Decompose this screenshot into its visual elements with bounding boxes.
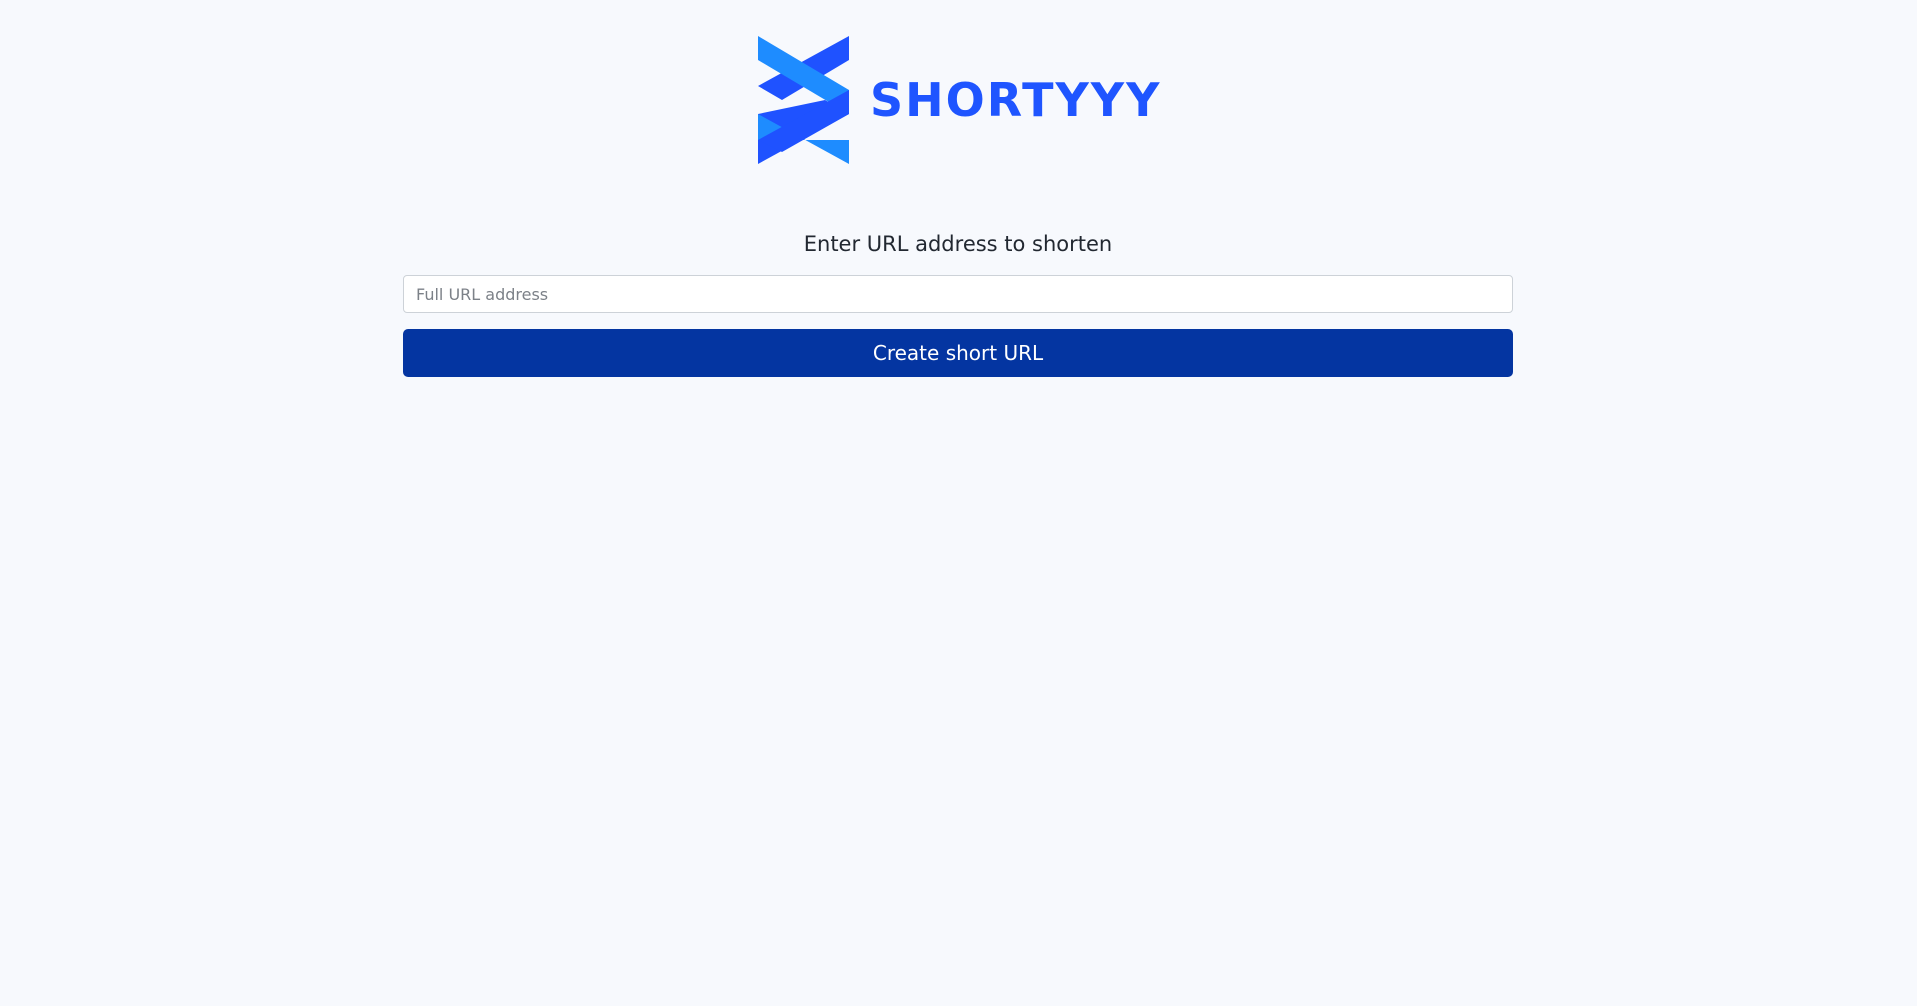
full-url-input[interactable] (403, 275, 1513, 313)
brand-name: SHORTYYY (870, 73, 1162, 127)
crossed-ribbons-logo-icon (758, 36, 849, 164)
shorten-form: Enter URL address to shorten Create shor… (403, 226, 1513, 377)
form-heading: Enter URL address to shorten (803, 232, 1113, 256)
brand-logo: SHORTYYY (758, 35, 1162, 165)
page: SHORTYYY Enter URL address to shorten Cr… (0, 0, 1917, 1006)
create-short-url-button[interactable]: Create short URL (403, 329, 1513, 377)
